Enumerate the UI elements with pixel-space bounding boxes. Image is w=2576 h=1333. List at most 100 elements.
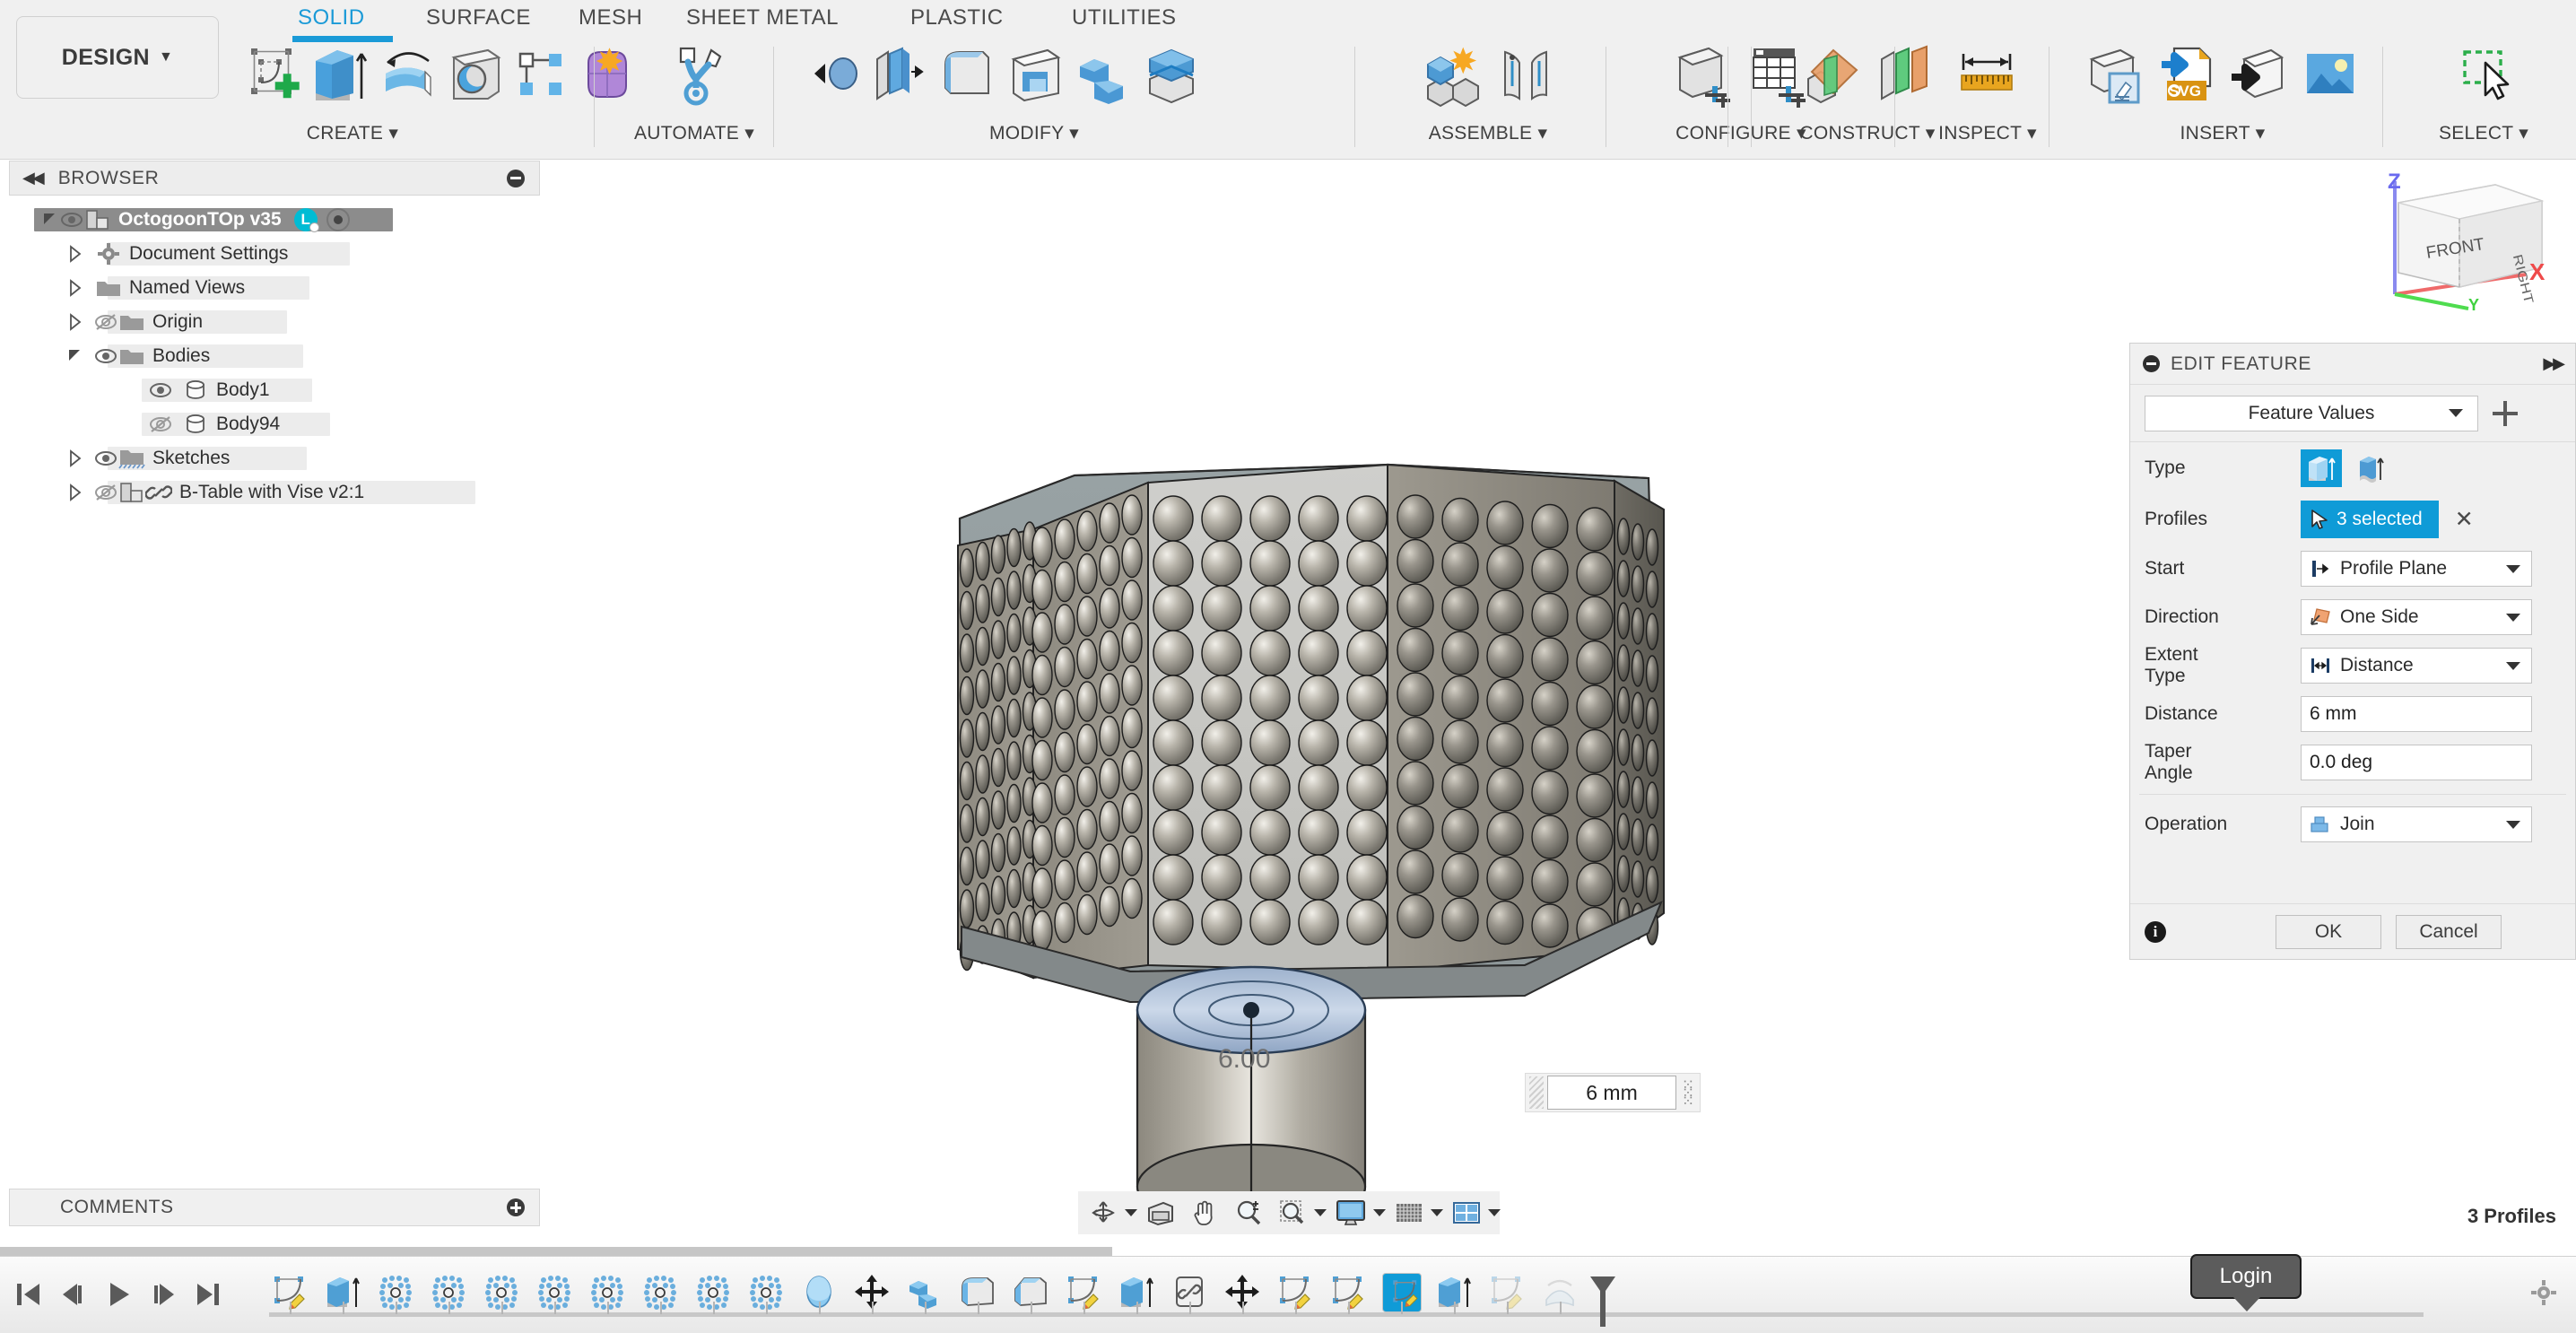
measure-icon[interactable]	[1954, 43, 2021, 112]
direction-dropdown[interactable]: One Side	[2301, 599, 2532, 635]
more-options-icon[interactable]: ⁙ ⁙ ⁙	[1676, 1077, 1700, 1109]
tree-item-sketches[interactable]: Sketches	[9, 441, 540, 475]
expander-closed-icon[interactable]	[65, 244, 84, 264]
timeline-marker-icon[interactable]	[1588, 1275, 1618, 1327]
tab-plastic[interactable]: PLASTIC	[910, 5, 1004, 30]
type-option-profile-extrude[interactable]	[2301, 449, 2342, 487]
zoom-dropdown-icon[interactable]	[1314, 1209, 1327, 1216]
expander-open-icon[interactable]	[39, 210, 59, 230]
expander-closed-icon[interactable]	[65, 278, 84, 298]
ribbon-group-label-assemble[interactable]: ASSEMBLE ▾	[1376, 122, 1600, 144]
canvas-icon[interactable]	[2300, 43, 2361, 112]
play-icon[interactable]	[102, 1276, 135, 1317]
view-cube[interactable]: FRONT RIGHT Z X Y	[2363, 169, 2560, 314]
info-icon[interactable]: i	[2145, 920, 2166, 943]
expander-closed-icon[interactable]	[65, 449, 84, 468]
tab-sheet-metal[interactable]: SHEET METAL	[686, 5, 839, 30]
pan-icon[interactable]	[1189, 1198, 1220, 1228]
visibility-eye-icon[interactable]	[93, 449, 118, 468]
forward-arrows-icon[interactable]: ▶▶	[2543, 354, 2565, 373]
tree-item-bodies[interactable]: Bodies	[9, 339, 540, 373]
visibility-eye-hidden-icon[interactable]	[148, 414, 173, 434]
ribbon-group-label-create[interactable]: CREATE ▾	[240, 122, 465, 144]
expander-closed-icon[interactable]	[65, 312, 84, 332]
configure-component-icon[interactable]	[1673, 43, 1736, 112]
tree-item-root[interactable]: OctogoonTOp v35 L	[9, 203, 540, 237]
split-face-icon[interactable]	[1143, 43, 1200, 110]
timeline-track[interactable]	[269, 1268, 2424, 1327]
new-component-icon[interactable]	[1421, 43, 1485, 112]
hole-icon[interactable]	[447, 43, 504, 110]
distance-input[interactable]: 6 mm	[2301, 696, 2532, 732]
fillet-icon[interactable]	[938, 43, 996, 110]
viewports-icon[interactable]	[1451, 1198, 1482, 1228]
timeline-settings-gear-icon[interactable]	[2529, 1278, 2558, 1307]
visibility-eye-icon[interactable]	[148, 380, 173, 400]
cancel-button[interactable]: Cancel	[2396, 914, 2502, 949]
revolve-icon[interactable]	[379, 43, 436, 110]
visibility-eye-icon[interactable]	[93, 346, 118, 366]
minimize-icon[interactable]	[2143, 355, 2160, 372]
expander-closed-icon[interactable]	[65, 483, 84, 502]
insert-derive-icon[interactable]	[2084, 43, 2145, 112]
display-settings-icon[interactable]	[1335, 1198, 1367, 1228]
combine-icon[interactable]	[1075, 43, 1132, 110]
look-at-icon[interactable]	[1145, 1198, 1176, 1228]
go-to-beginning-icon[interactable]	[13, 1276, 45, 1317]
orbit-dropdown-icon[interactable]	[1125, 1209, 1137, 1216]
close-x-icon[interactable]: ✕	[2455, 506, 2474, 533]
display-dropdown-icon[interactable]	[1373, 1209, 1386, 1216]
add-preset-button[interactable]	[2493, 400, 2518, 426]
zoom-icon[interactable]	[1233, 1198, 1264, 1228]
expander-open-icon[interactable]	[65, 346, 84, 366]
orbit-icon[interactable]	[1088, 1198, 1118, 1228]
zoom-window-icon[interactable]	[1277, 1198, 1308, 1228]
tree-item-linked-component[interactable]: B-Table with Vise v2:1	[9, 475, 540, 510]
dimension-value-input[interactable]: 6 mm	[1547, 1076, 1676, 1110]
insert-svg-icon[interactable]: SVG	[2156, 43, 2217, 112]
shell-icon[interactable]	[1006, 43, 1064, 110]
ribbon-group-label-modify[interactable]: MODIFY ▾	[796, 122, 1272, 144]
visibility-eye-hidden-icon[interactable]	[93, 483, 118, 502]
collapse-left-icon[interactable]: ◀◀	[22, 169, 45, 187]
activate-component-radio[interactable]	[326, 208, 350, 231]
ok-button[interactable]: OK	[2276, 914, 2381, 949]
offset-plane-icon[interactable]	[1801, 43, 1864, 112]
taper-angle-input[interactable]: 0.0 deg	[2301, 745, 2532, 780]
create-sketch-icon[interactable]	[246, 43, 300, 110]
extrude-icon[interactable]	[310, 43, 368, 110]
ribbon-group-label-select[interactable]: SELECT ▾	[2398, 122, 2569, 144]
tab-mesh[interactable]: MESH	[579, 5, 642, 30]
profiles-selection-button[interactable]: 3 selected	[2301, 501, 2439, 538]
step-back-icon[interactable]	[57, 1276, 90, 1317]
start-dropdown[interactable]: Profile Plane	[2301, 551, 2532, 587]
extent-type-dropdown[interactable]: Distance	[2301, 648, 2532, 684]
pattern-icon[interactable]	[515, 43, 569, 110]
comments-panel[interactable]: COMMENTS	[9, 1189, 540, 1226]
operation-dropdown[interactable]: Join	[2301, 806, 2532, 842]
step-forward-icon[interactable]	[147, 1276, 179, 1317]
grid-dropdown-icon[interactable]	[1431, 1209, 1443, 1216]
go-to-end-icon[interactable]	[192, 1276, 224, 1317]
type-option-surface-extrude[interactable]	[2351, 449, 2392, 487]
tab-utilities[interactable]: UTILITIES	[1072, 5, 1177, 30]
tree-item-body94[interactable]: Body94	[9, 407, 540, 441]
viewports-dropdown-icon[interactable]	[1488, 1209, 1501, 1216]
joint-icon[interactable]	[1496, 43, 1555, 112]
drag-grip-icon[interactable]	[1529, 1076, 1544, 1109]
offset-face-icon[interactable]	[870, 43, 927, 110]
tree-item-origin[interactable]: Origin	[9, 305, 540, 339]
generative-design-icon[interactable]	[662, 43, 727, 114]
tree-item-named-views[interactable]: Named Views	[9, 271, 540, 305]
press-pull-icon[interactable]	[802, 43, 859, 110]
add-comment-icon[interactable]	[507, 1198, 525, 1216]
tab-solid[interactable]: SOLID	[298, 5, 365, 30]
visibility-eye-hidden-icon[interactable]	[93, 312, 118, 332]
workspace-switcher-button[interactable]: DESIGN ▼	[16, 16, 219, 99]
dimension-input-widget[interactable]: 6 mm ⁙ ⁙ ⁙	[1525, 1073, 1701, 1112]
tab-surface[interactable]: SURFACE	[426, 5, 531, 30]
ribbon-group-label-inspect[interactable]: INSPECT ▾	[1909, 122, 2067, 144]
tree-item-body1[interactable]: Body1	[9, 373, 540, 407]
horizontal-scrollbar[interactable]	[0, 1247, 1112, 1256]
select-cursor-icon[interactable]	[2450, 43, 2517, 112]
